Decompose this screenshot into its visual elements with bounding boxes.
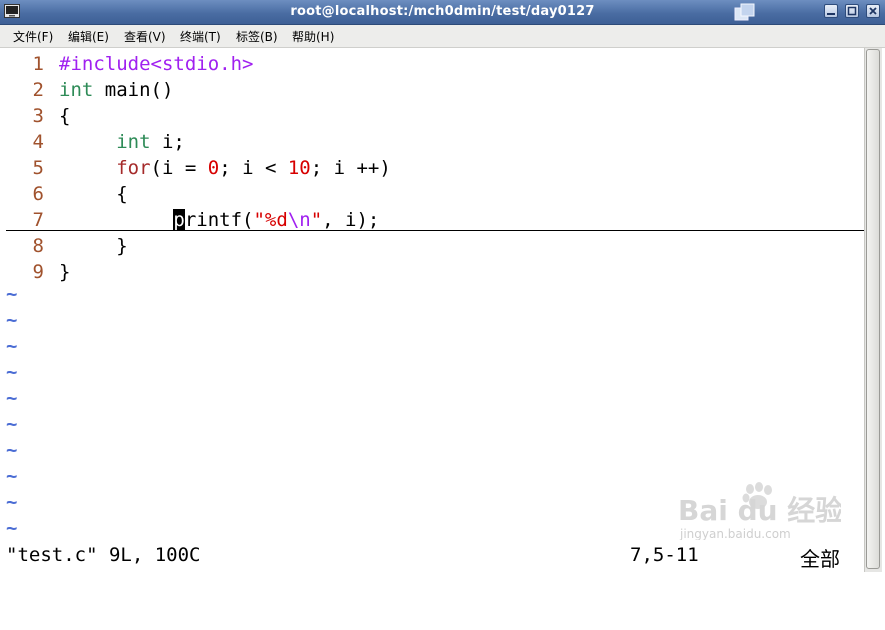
menu-bar: 文件(F) 编辑(E) 查看(V) 终端(T) 标签(B) 帮助(H) [0, 25, 885, 48]
code-text: { [59, 103, 70, 129]
code-text: printf("%d\n", i); [59, 207, 379, 233]
vertical-scrollbar[interactable] [864, 48, 882, 572]
empty-line-tilde: ~ [6, 491, 18, 513]
code-token: , i); [322, 209, 380, 231]
code-token: 10 [287, 157, 311, 179]
line-number: 9 [32, 261, 44, 283]
code-token: #include<stdio.h> [59, 53, 254, 75]
line-number: 3 [32, 105, 44, 127]
line-number: 1 [32, 53, 44, 75]
code-token: int [59, 79, 94, 101]
code-token: ; i < [219, 157, 288, 179]
code-token: for [116, 157, 151, 179]
baidu-jingyan-watermark: Bai du 经验 jingyan.baidu.com [678, 482, 841, 540]
code-text: for(i = 0; i < 10; i ++) [59, 155, 391, 181]
minimize-button[interactable] [824, 4, 838, 18]
code-text: #include<stdio.h> [59, 51, 253, 77]
code-token: } [59, 235, 128, 257]
empty-line-tilde: ~ [6, 361, 18, 383]
menu-edit[interactable]: 编辑(E) [68, 28, 109, 45]
status-file-info: "test.c" 9L, 100C [6, 544, 201, 566]
code-token: 0 [207, 157, 220, 179]
code-token: } [59, 261, 71, 283]
menu-help[interactable]: 帮助(H) [292, 28, 334, 45]
code-token: \n [287, 209, 311, 231]
code-text: } [59, 259, 70, 285]
status-scroll-indicator: 全部 [800, 547, 840, 571]
code-text: int i; [59, 129, 185, 155]
empty-line-tilde: ~ [6, 309, 18, 331]
code-token: i; [150, 131, 185, 153]
title-bar: root@localhost:/mch0dmin/test/day0127 [0, 0, 885, 25]
code-token: { [59, 105, 71, 127]
code-text: int main() [59, 77, 173, 103]
status-cursor-position: 7,5-11 [630, 544, 699, 566]
line-number: 6 [32, 183, 44, 205]
close-icon [869, 7, 877, 15]
empty-line-tilde: ~ [6, 465, 18, 487]
empty-line-tilde: ~ [6, 387, 18, 409]
code-token: main() [93, 79, 174, 101]
code-text: } [59, 233, 128, 259]
line-number: 5 [32, 157, 44, 179]
close-button[interactable] [866, 4, 880, 18]
empty-line-tilde: ~ [6, 439, 18, 461]
line-number: 4 [32, 131, 44, 153]
code-text: { [59, 181, 128, 207]
code-token: "%d [253, 209, 288, 231]
code-token: (i = [150, 157, 208, 179]
maximize-button[interactable] [845, 4, 859, 18]
menu-file[interactable]: 文件(F) [13, 28, 53, 45]
empty-line-tilde: ~ [6, 517, 18, 539]
maximize-icon [847, 6, 857, 16]
text-cursor: p [173, 209, 185, 231]
scrollbar-thumb[interactable] [866, 49, 880, 569]
code-token: int [116, 131, 151, 153]
vim-status-line: "test.c" 9L, 100C 7,5-11 全部 [0, 542, 864, 572]
menu-terminal[interactable]: 终端(T) [180, 28, 221, 45]
line-number: 8 [32, 235, 44, 257]
workspace-icon [734, 3, 755, 21]
line-number: 7 [32, 209, 44, 231]
menu-tabs[interactable]: 标签(B) [236, 28, 278, 45]
code-token: rintf( [184, 209, 254, 231]
code-token: " [310, 209, 323, 231]
code-token: { [59, 183, 128, 205]
watermark-logo-text: Bai du 经验 [678, 494, 841, 527]
code-token: ; i ++) [310, 157, 391, 179]
line-number: 2 [32, 79, 44, 101]
empty-line-tilde: ~ [6, 283, 18, 305]
menu-view[interactable]: 查看(V) [124, 28, 166, 45]
vim-editor[interactable]: 1 #include<stdio.h> 2 int main() 3 {4 int i; 5… [0, 48, 864, 540]
minimize-icon [827, 13, 835, 15]
empty-line-tilde: ~ [6, 335, 18, 357]
watermark-url: jingyan.baidu.com [679, 527, 791, 540]
empty-line-tilde: ~ [6, 413, 18, 435]
